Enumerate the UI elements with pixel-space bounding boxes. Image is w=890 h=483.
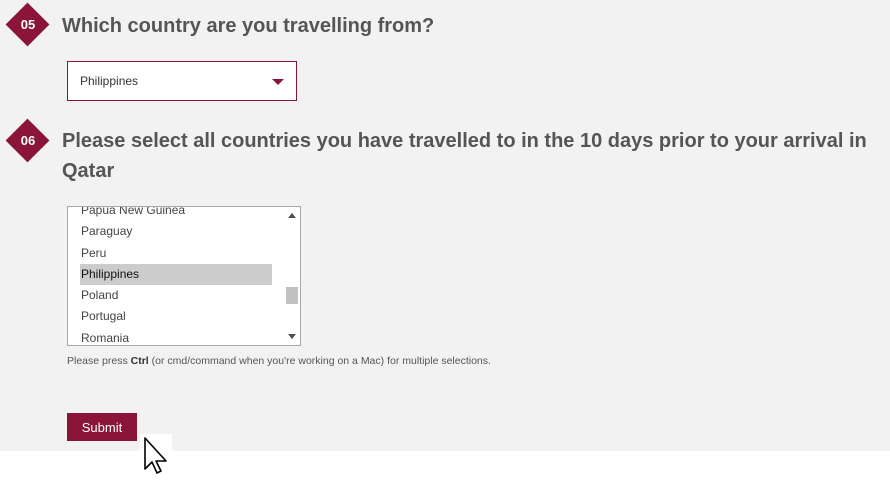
- scrollbar-thumb[interactable]: [286, 287, 298, 304]
- scroll-up-arrow-icon[interactable]: [288, 213, 296, 218]
- list-item[interactable]: Papua New Guinea: [80, 207, 272, 221]
- list-item[interactable]: Romania: [80, 328, 272, 345]
- visited-countries-listbox[interactable]: Papua New Guinea Paraguay Peru Philippines P…: [67, 206, 301, 346]
- question-number-06: 06: [20, 133, 36, 148]
- hint-key: Ctrl: [130, 355, 149, 367]
- origin-country-select[interactable]: Philippines: [67, 61, 297, 101]
- origin-country-value: Philippines: [80, 74, 139, 88]
- multi-select-hint: Please press Ctrl (or cmd/command when y…: [67, 355, 491, 367]
- question-title-06: Please select all countries you have tra…: [62, 130, 867, 182]
- question-number-05: 05: [20, 17, 36, 32]
- mouse-pointer-icon: [140, 434, 172, 478]
- visited-countries-options: Papua New Guinea Paraguay Peru Philippines P…: [80, 207, 272, 345]
- submit-button[interactable]: Submit: [67, 413, 137, 441]
- caret-down-icon: [272, 79, 284, 85]
- question-title-05: Which country are you travelling from?: [62, 15, 435, 37]
- listbox-scrollbar[interactable]: [284, 207, 300, 345]
- list-item[interactable]: Philippines: [80, 263, 272, 286]
- hint-prefix: Please press: [67, 355, 131, 367]
- scroll-down-arrow-icon[interactable]: [288, 334, 296, 339]
- form-panel: 05 Which country are you travelling from…: [0, 0, 890, 451]
- list-item[interactable]: Portugal: [80, 306, 272, 327]
- list-item[interactable]: Peru: [80, 243, 272, 264]
- list-item[interactable]: Paraguay: [80, 221, 272, 242]
- list-item[interactable]: Poland: [80, 285, 272, 306]
- hint-suffix: (or cmd/command when you're working on a…: [148, 355, 491, 367]
